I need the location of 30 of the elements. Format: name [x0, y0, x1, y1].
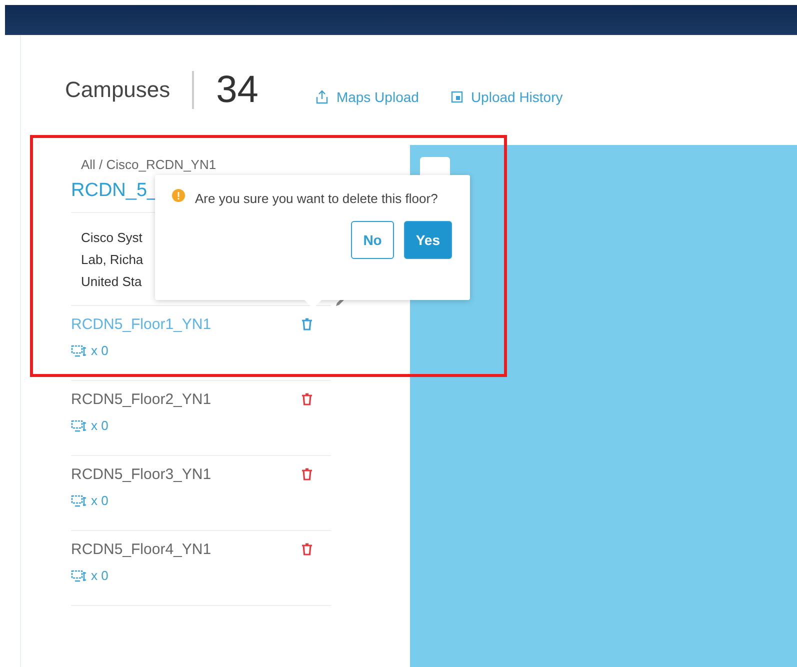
floor-name[interactable]: RCDN5_Floor2_YN1: [71, 391, 212, 408]
device-count: x 0: [91, 568, 108, 583]
yes-button[interactable]: Yes: [404, 221, 452, 259]
address-line: Lab, Richa: [81, 251, 144, 269]
device-count: x 0: [91, 418, 108, 433]
device-count: x 0: [91, 343, 108, 358]
breadcrumb: All / Cisco_RCDN_YN1: [81, 157, 218, 172]
page-title: Campuses: [65, 71, 194, 109]
upload-history-link[interactable]: Upload History: [450, 89, 563, 105]
warning-icon: [172, 189, 185, 202]
trash-icon[interactable]: [301, 468, 313, 481]
floor-name[interactable]: RCDN5_Floor1_YN1: [71, 316, 212, 333]
address-line: United Sta: [81, 273, 143, 291]
trash-icon[interactable]: [301, 393, 313, 406]
campus-count: 34: [216, 68, 258, 112]
address-line: Cisco Syst: [81, 229, 144, 247]
upload-icon: [316, 90, 328, 104]
device-count: x 0: [91, 493, 108, 508]
confirm-message: Are you sure you want to delete this floor?: [195, 190, 439, 208]
floor-name[interactable]: RCDN5_Floor4_YN1: [71, 541, 212, 558]
trash-icon[interactable]: [301, 318, 313, 331]
maps-upload-link[interactable]: Maps Upload: [316, 89, 419, 105]
floor-name[interactable]: RCDN5_Floor3_YN1: [71, 466, 212, 483]
devices-icon: [71, 494, 88, 506]
devices-icon: [71, 420, 88, 432]
trash-icon[interactable]: [301, 543, 313, 556]
devices-icon: [71, 344, 88, 356]
no-button[interactable]: No: [351, 221, 394, 259]
image-icon: [450, 91, 463, 103]
devices-icon: [71, 570, 88, 582]
